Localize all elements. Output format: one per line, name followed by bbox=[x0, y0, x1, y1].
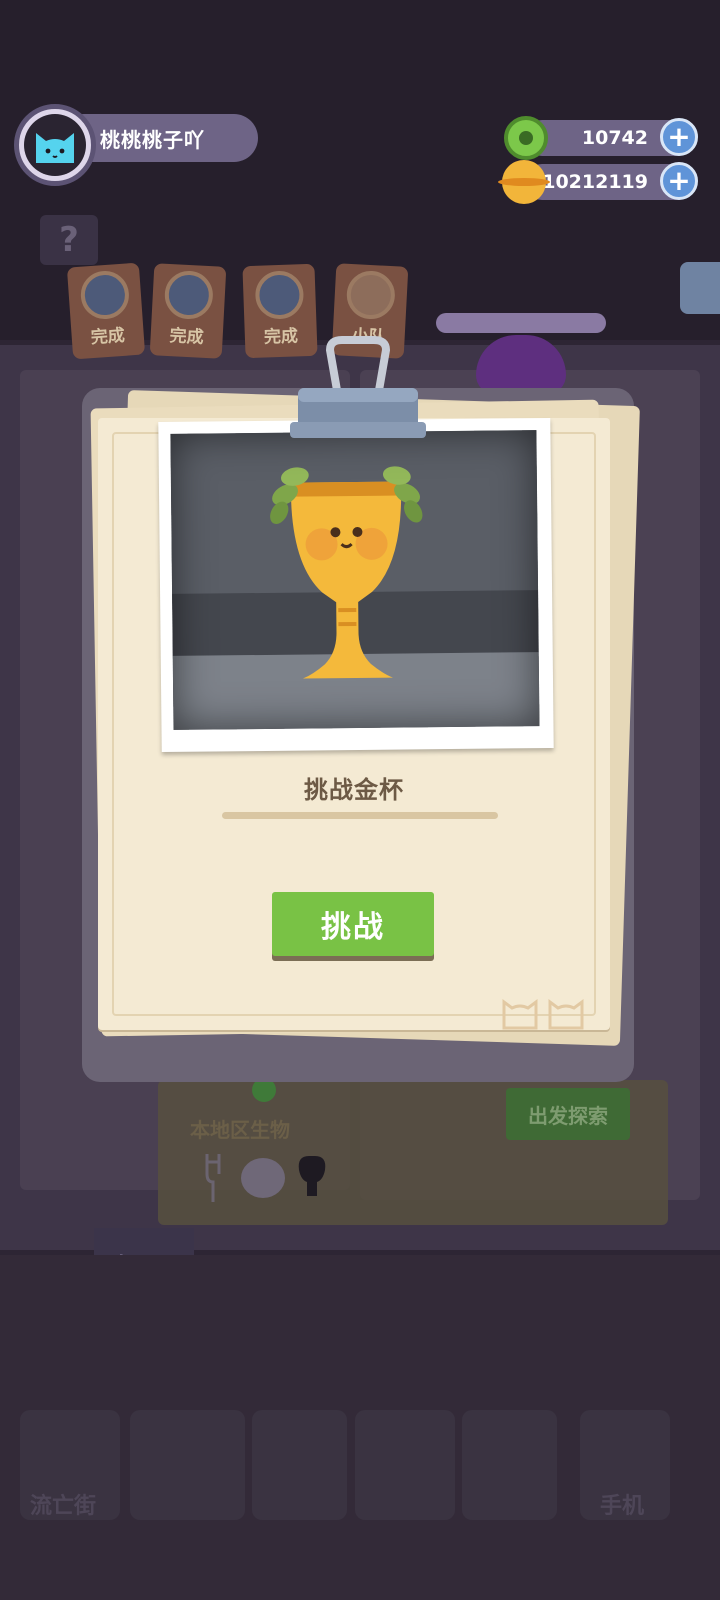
donut-badge-icon bbox=[79, 269, 131, 321]
title-underline bbox=[222, 812, 498, 819]
blob-creature-decoration bbox=[476, 335, 566, 395]
bottom-slot bbox=[130, 1410, 245, 1520]
task-label: 完成 bbox=[169, 326, 205, 348]
bottom-right-label: 手机 bbox=[600, 1494, 645, 1519]
side-clip-decoration bbox=[680, 262, 720, 314]
task-tag: 完成 bbox=[149, 263, 227, 359]
avatar[interactable] bbox=[24, 114, 86, 176]
flag-icon bbox=[345, 269, 397, 321]
bottom-left-label: 流亡街 bbox=[30, 1494, 97, 1519]
local-creatures-label: 本地区生物 bbox=[190, 1118, 290, 1142]
add-gem-button[interactable]: + bbox=[660, 118, 698, 156]
donut-badge-icon bbox=[163, 269, 215, 321]
task-label: 完成 bbox=[90, 325, 126, 349]
gem-amount: 10742 bbox=[581, 127, 648, 149]
pencil-decoration bbox=[436, 313, 606, 333]
gold-planet-coin-icon bbox=[498, 160, 550, 204]
cat-doodle-icon bbox=[502, 999, 584, 1030]
bottom-slot bbox=[355, 1410, 455, 1520]
item-title: 挑战金杯 bbox=[304, 776, 404, 804]
bottom-slot bbox=[252, 1410, 347, 1520]
add-coin-button[interactable]: + bbox=[660, 162, 698, 200]
donut-badge-icon bbox=[254, 270, 305, 320]
item-photo bbox=[170, 430, 540, 730]
coin-amount: 10212119 bbox=[542, 171, 648, 193]
player-name: 桃桃桃子吖 bbox=[100, 128, 205, 152]
challenge-button[interactable]: 挑战 bbox=[272, 892, 434, 956]
mystery-box-icon: ? bbox=[40, 215, 98, 265]
binder-clip-icon bbox=[290, 336, 426, 438]
game-scene: 本地区生物 出发探索 上一页 流亡街 手机 完成 完成 完成 小队 ? 桃桃桃子… bbox=[0, 0, 720, 1600]
bottom-slot bbox=[462, 1410, 557, 1520]
cat-avatar-icon bbox=[36, 133, 74, 163]
item-photo-frame bbox=[158, 417, 554, 753]
creature-icons bbox=[205, 1154, 326, 1202]
explore-button: 出发探索 bbox=[506, 1088, 630, 1140]
green-donut-icon bbox=[504, 116, 548, 160]
task-tag: 完成 bbox=[66, 262, 146, 360]
